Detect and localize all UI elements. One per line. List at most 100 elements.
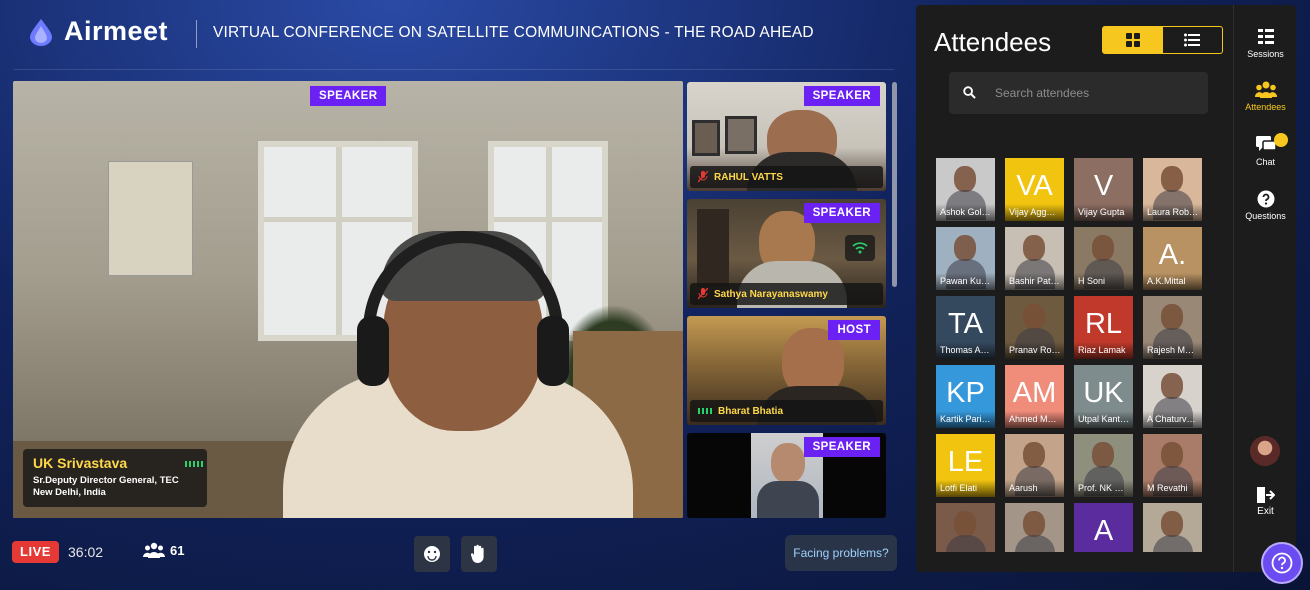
attendee-name: Vijay Agg… <box>1005 204 1064 221</box>
host-tile-bharat[interactable]: HOST Bharat Bhatia <box>687 316 886 425</box>
attendee-card[interactable]: Aarush <box>1005 434 1064 497</box>
tile-name-label: Sathya Narayanaswamy <box>690 283 883 305</box>
tile-name-label: Bharat Bhatia <box>690 400 883 422</box>
facing-problems-button[interactable]: Facing problems? <box>785 535 897 571</box>
rail-label: Exit <box>1257 506 1274 517</box>
rail-chat[interactable]: Chat <box>1234 133 1297 167</box>
rail-attendees[interactable]: Attendees <box>1234 81 1297 112</box>
attendees-panel: Attendees Search attendees Ashok Gol… VA V… <box>916 5 1233 572</box>
attendee-photo <box>1143 503 1202 552</box>
statue <box>697 209 729 287</box>
attendee-card[interactable] <box>936 503 995 552</box>
speaker-suit <box>757 481 819 518</box>
attendee-card[interactable]: UK Utpal Kant… <box>1074 365 1133 428</box>
attendee-name: Pranav Ro… <box>1005 342 1064 359</box>
attendee-card[interactable]: A <box>1074 503 1133 552</box>
attendee-grid: Ashok Gol… VA Vijay Agg… V Vijay Gupta Laura … <box>936 158 1208 552</box>
help-icon <box>1271 552 1293 574</box>
attendee-photo <box>936 503 995 552</box>
main-speaker-badge: SPEAKER <box>310 86 387 106</box>
airmeet-logo[interactable]: Airmeet <box>26 16 168 47</box>
live-badge: LIVE <box>12 541 59 563</box>
unread-indicator <box>1274 133 1288 147</box>
attendee-card[interactable]: Rajesh M… <box>1143 296 1202 359</box>
header-divider <box>196 20 197 48</box>
attendee-card[interactable]: A. A.K.Mittal <box>1143 227 1202 290</box>
tile-badge: SPEAKER <box>803 203 880 223</box>
attendee-card[interactable]: RL Riaz Lamak <box>1074 296 1133 359</box>
raise-hand-button[interactable] <box>461 536 497 572</box>
attendee-name: Utpal Kant… <box>1074 411 1133 428</box>
tile-name: Sathya Narayanaswamy <box>714 288 828 300</box>
main-speaker-location: New Delhi, India <box>33 487 106 498</box>
airmeet-logo-icon <box>30 18 52 46</box>
attendee-card[interactable]: Prof. NK … <box>1074 434 1133 497</box>
audio-level-icon <box>185 461 203 467</box>
attendee-name: A.K.Mittal <box>1143 273 1202 290</box>
tile-badge: HOST <box>828 320 880 340</box>
main-speaker-title: Sr.Deputy Director General, TEC <box>33 475 179 486</box>
view-toggle[interactable] <box>1102 26 1223 54</box>
wall-calendar <box>108 161 193 276</box>
attendee-card[interactable]: H Soni <box>1074 227 1133 290</box>
main-speaker-video[interactable]: SPEAKER UK Srivastava Sr.Deputy Director… <box>13 81 683 518</box>
attendee-name: Pawan Ku… <box>936 273 995 290</box>
search-icon <box>963 86 976 99</box>
tiles-scrollbar[interactable] <box>892 82 897 287</box>
wall-frame <box>692 120 720 156</box>
emoji-reaction-button[interactable] <box>414 536 450 572</box>
attendee-name: Aarush <box>1005 480 1064 497</box>
attendee-name: M Revathi <box>1143 480 1202 497</box>
attendees-icon <box>1254 81 1277 98</box>
event-title: VIRTUAL CONFERENCE ON SATELLITE COMMUINC… <box>213 24 814 41</box>
attendee-photo <box>1005 503 1064 552</box>
help-fab-button[interactable] <box>1261 542 1303 584</box>
network-quality-icon <box>845 235 875 261</box>
attendee-card[interactable]: TA Thomas A… <box>936 296 995 359</box>
grid-view-button[interactable] <box>1103 27 1163 53</box>
tile-name: RAHUL VATTS <box>714 171 783 183</box>
attendee-name: Prof. NK … <box>1074 480 1133 497</box>
rail-label: Chat <box>1255 157 1275 167</box>
rail-sessions[interactable]: Sessions <box>1234 28 1297 59</box>
attendee-card[interactable]: Pranav Ro… <box>1005 296 1064 359</box>
mic-off-icon <box>698 288 708 300</box>
attendee-card[interactable]: KP Kartik Pari… <box>936 365 995 428</box>
rail-label: Attendees <box>1245 102 1286 112</box>
attendee-card[interactable]: A Chaturv… <box>1143 365 1202 428</box>
attendee-card[interactable]: Bashir Pat… <box>1005 227 1064 290</box>
main-speaker-name: UK Srivastava <box>33 455 128 471</box>
attendee-card[interactable] <box>1143 503 1202 552</box>
panel-title: Attendees <box>934 27 1052 57</box>
speaker-tile-4[interactable]: SPEAKER <box>687 433 886 518</box>
participant-count[interactable]: 61 <box>143 542 184 558</box>
attendee-card[interactable]: Laura Rob… <box>1143 158 1202 221</box>
attendee-search-input[interactable]: Search attendees <box>949 72 1208 114</box>
speaker-tile-rahul[interactable]: SPEAKER RAHUL VATTS <box>687 82 886 191</box>
attendee-card[interactable]: M Revathi <box>1143 434 1202 497</box>
attendee-name: Lotfi Elati <box>936 480 995 497</box>
attendee-name: Thomas A… <box>936 342 995 359</box>
rail-questions[interactable]: Questions <box>1234 190 1297 221</box>
attendee-card[interactable]: AM Ahmed M… <box>1005 365 1064 428</box>
attendee-card[interactable]: VA Vijay Agg… <box>1005 158 1064 221</box>
attendee-initials: A <box>1093 515 1114 547</box>
attendee-card[interactable]: Ashok Gol… <box>936 158 995 221</box>
user-avatar[interactable] <box>1250 436 1280 466</box>
exit-button[interactable]: Exit <box>1234 487 1297 517</box>
audio-level-icon <box>698 408 712 414</box>
attendee-card[interactable] <box>1005 503 1064 552</box>
list-view-button[interactable] <box>1163 27 1223 53</box>
attendee-name: Ashok Gol… <box>936 204 995 221</box>
raise-hand-icon <box>470 544 484 563</box>
attendee-card[interactable]: Pawan Ku… <box>936 227 995 290</box>
grid-view-icon <box>1125 33 1140 47</box>
speaker-tile-sathya[interactable]: SPEAKER Sathya Narayanaswamy <box>687 199 886 308</box>
tile-name: Bharat Bhatia <box>718 405 784 417</box>
attendee-card[interactable]: V Vijay Gupta <box>1074 158 1133 221</box>
attendee-name: Ahmed M… <box>1005 411 1064 428</box>
attendee-card[interactable]: LE Lotfi Elati <box>936 434 995 497</box>
attendee-name: Laura Rob… <box>1143 204 1202 221</box>
sessions-icon <box>1257 29 1274 44</box>
main-speaker-name-card: UK Srivastava Sr.Deputy Director General… <box>23 449 207 507</box>
